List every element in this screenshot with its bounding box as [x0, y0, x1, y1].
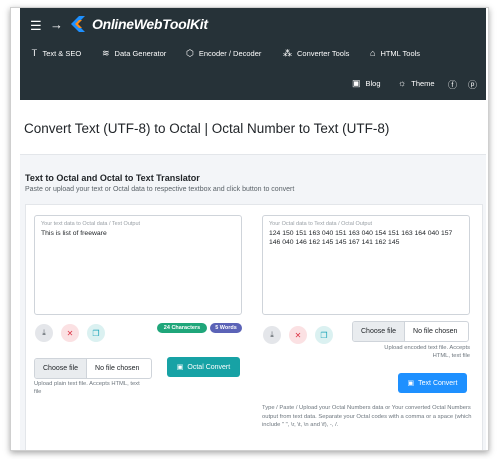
copy-text-button[interactable]: ❐: [87, 324, 105, 342]
secondary-menu: ▣ Blog ☼ Theme ⓕ ⓟ: [20, 78, 486, 92]
pinterest-icon: ⓟ: [468, 80, 478, 90]
octal-input-placeholder: Your Octal data to Text data / Octal Out…: [269, 221, 373, 227]
facebook-icon: ⓕ: [448, 80, 458, 90]
main-menu: Ꭲ Text & SEO ≋ Data Generator ⬡ Encoder …: [20, 48, 486, 62]
copy-icon: ❐: [320, 330, 328, 340]
download-text-button[interactable]: ⤓: [35, 324, 53, 342]
card-title: Text to Octal and Octal to Text Translat…: [25, 173, 200, 183]
facebook-link[interactable]: ⓕ: [448, 78, 457, 91]
browser-frame: ☰ → OnlineWebToolKit Ꭲ Text & SEO ≋ Data…: [10, 7, 489, 451]
copy-octal-button[interactable]: ❐: [315, 326, 333, 344]
text-icon: Ꭲ: [32, 48, 38, 58]
octal-input-area[interactable]: Your Octal data to Text data / Octal Out…: [262, 215, 470, 315]
clear-icon: ✕: [66, 328, 74, 338]
menu-item-text-seo[interactable]: Ꭲ Text & SEO: [32, 48, 81, 59]
menu-item-converter-tools[interactable]: ⁂ Converter Tools: [283, 48, 349, 59]
brand-logo-icon[interactable]: [70, 15, 86, 33]
octal-upload-hint: Upload encoded text file. Accepts HTML, …: [384, 345, 470, 359]
clear-octal-button[interactable]: ✕: [289, 326, 307, 344]
text-input-placeholder: Your text data to Octal data / Text Outp…: [41, 221, 141, 227]
text-upload-hint: Upload plain text file. Accepts HTML, te…: [34, 381, 140, 395]
menu-item-label: HTML Tools: [380, 48, 421, 58]
card-subtitle: Paste or upload your text or Octal data …: [25, 186, 295, 193]
menu-item-label: Text & SEO: [42, 49, 82, 58]
choose-file-button[interactable]: Choose file: [35, 359, 88, 378]
menu-item-data-generator[interactable]: ≋ Data Generator: [102, 48, 166, 59]
word-count-badge: 5 Words: [210, 323, 242, 333]
download-icon: ⤓: [270, 330, 274, 339]
file-status: No file chosen: [413, 328, 458, 335]
page-header: Convert Text (UTF-8) to Octal | Octal Nu…: [20, 121, 486, 143]
menu-item-encoder-decoder[interactable]: ⬡ Encoder / Decoder: [186, 48, 261, 59]
menu-item-label: Encoder / Decoder: [198, 49, 262, 58]
database-icon: ≋: [102, 48, 110, 58]
copy-icon: ❐: [92, 328, 100, 338]
pinterest-link[interactable]: ⓟ: [468, 78, 477, 91]
converter-icon: ⁂: [283, 48, 292, 58]
choose-file-button[interactable]: Choose file: [353, 322, 406, 341]
html-icon: ⌂: [370, 48, 376, 58]
menu-item-theme[interactable]: ☼ Theme: [398, 78, 435, 88]
blog-icon: ▣: [352, 78, 361, 88]
octal-convert-label: Octal Convert: [187, 363, 231, 371]
clear-text-button[interactable]: ✕: [61, 324, 79, 342]
sun-icon: ☼: [398, 78, 407, 88]
download-icon: ⤓: [42, 328, 46, 337]
text-convert-label: Text Convert: [418, 379, 458, 387]
page-title: Convert Text (UTF-8) to Octal | Octal Nu…: [24, 121, 390, 136]
cube-icon: ⬡: [186, 48, 194, 58]
octal-file-upload[interactable]: Choose file No file chosen: [352, 321, 469, 342]
text-file-upload[interactable]: Choose file No file chosen: [34, 358, 152, 379]
menu-item-label: Theme: [411, 78, 435, 88]
menu-item-label: Blog: [365, 79, 381, 88]
clear-icon: ✕: [294, 330, 302, 340]
octal-convert-button[interactable]: ▣ Octal Convert: [167, 357, 240, 377]
menu-item-label: Data Generator: [114, 49, 167, 58]
hamburger-menu-icon[interactable]: ☰: [30, 18, 42, 34]
text-convert-button[interactable]: ▣ Text Convert: [398, 373, 467, 393]
convert-icon: ▣: [407, 380, 415, 387]
octal-description: Type / Paste / Upload your Octal Numbers…: [262, 405, 472, 428]
octal-input-value: 124 150 151 163 040 151 163 040 154 151 …: [269, 230, 453, 246]
menu-item-html-tools[interactable]: ⌂ HTML Tools: [370, 48, 420, 58]
text-input-area[interactable]: Your text data to Octal data / Text Outp…: [34, 215, 242, 315]
menu-item-blog[interactable]: ▣ Blog: [352, 78, 381, 89]
convert-icon: ▣: [176, 364, 184, 371]
download-octal-button[interactable]: ⤓: [263, 326, 281, 344]
file-status: No file chosen: [95, 365, 140, 372]
arrow-right-icon[interactable]: →: [50, 17, 63, 32]
character-count-badge: 24 Characters: [157, 323, 207, 333]
text-input-value: This is list of freeware: [41, 230, 107, 237]
menu-item-label: Converter Tools: [297, 49, 350, 58]
top-navbar: ☰ → OnlineWebToolKit Ꭲ Text & SEO ≋ Data…: [20, 8, 486, 100]
brand-name[interactable]: OnlineWebToolKit: [92, 16, 208, 32]
